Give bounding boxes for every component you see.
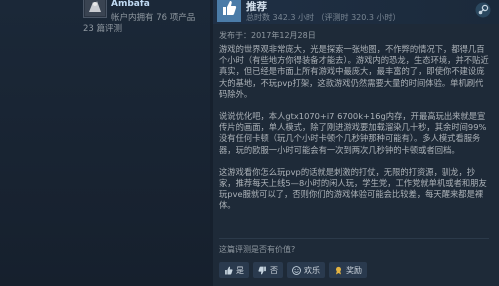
divider xyxy=(219,238,489,239)
award-button[interactable]: 奖励 xyxy=(329,262,367,278)
avatar-image-icon xyxy=(85,0,105,16)
review-paragraph: 游戏的世界观非常庞大，光是探索一张地图，不作弊的情况下，都得几百个小时（有些地方… xyxy=(219,44,489,99)
review-paragraph: 这游戏看你怎么玩pvp的话就是刺激的打仗，无限的打资源，驯龙，抄家，推荐每天上线… xyxy=(219,166,487,211)
steam-logo-icon xyxy=(475,2,491,18)
award-icon xyxy=(335,266,342,274)
author-avatar[interactable] xyxy=(83,0,107,18)
posted-date: 发布于：2017年12月28日 xyxy=(219,31,316,40)
helpful-question: 这篇评测是否有价值? xyxy=(219,245,296,254)
thumbs-down-icon xyxy=(258,266,266,274)
award-label: 奖励 xyxy=(346,265,362,275)
playtime-hours: 总时数 342.3 小时 （评测时 320.3 小时） xyxy=(246,13,401,22)
vote-controls: 是 否 欢乐 奖励 xyxy=(219,262,367,278)
vote-funny-label: 欢乐 xyxy=(304,265,320,275)
review-paragraph: 说说优化吧，本人gtx1070+i7 6700k+16g内存，开最高玩出来就是宣… xyxy=(219,111,487,155)
review-panel: 推荐 总时数 342.3 小时 （评测时 320.3 小时） 发布于：2017年… xyxy=(213,0,499,286)
owned-games-count[interactable]: 帐户内拥有 76 项产品 xyxy=(111,11,195,23)
review-count[interactable]: 23 篇评测 xyxy=(83,22,122,34)
vote-yes-label: 是 xyxy=(236,265,244,275)
review-body: 游戏的世界观非常庞大，光是探索一张地图，不作弊的情况下，都得几百个小时（有些地方… xyxy=(219,44,491,223)
vote-yes-button[interactable]: 是 xyxy=(219,262,249,278)
recommendation-header[interactable]: 推荐 总时数 342.3 小时 （评测时 320.3 小时） xyxy=(213,0,499,24)
thumbs-up-icon xyxy=(217,0,241,22)
vote-no-label: 否 xyxy=(270,265,278,275)
vote-funny-button[interactable]: 欢乐 xyxy=(287,262,325,278)
author-panel: Ambafa 帐户内拥有 76 项产品 23 篇评测 xyxy=(0,0,210,286)
smiley-icon xyxy=(292,265,301,275)
author-name[interactable]: Ambafa xyxy=(111,0,150,9)
vote-no-button[interactable]: 否 xyxy=(253,262,283,278)
thumbs-up-icon xyxy=(225,266,233,274)
